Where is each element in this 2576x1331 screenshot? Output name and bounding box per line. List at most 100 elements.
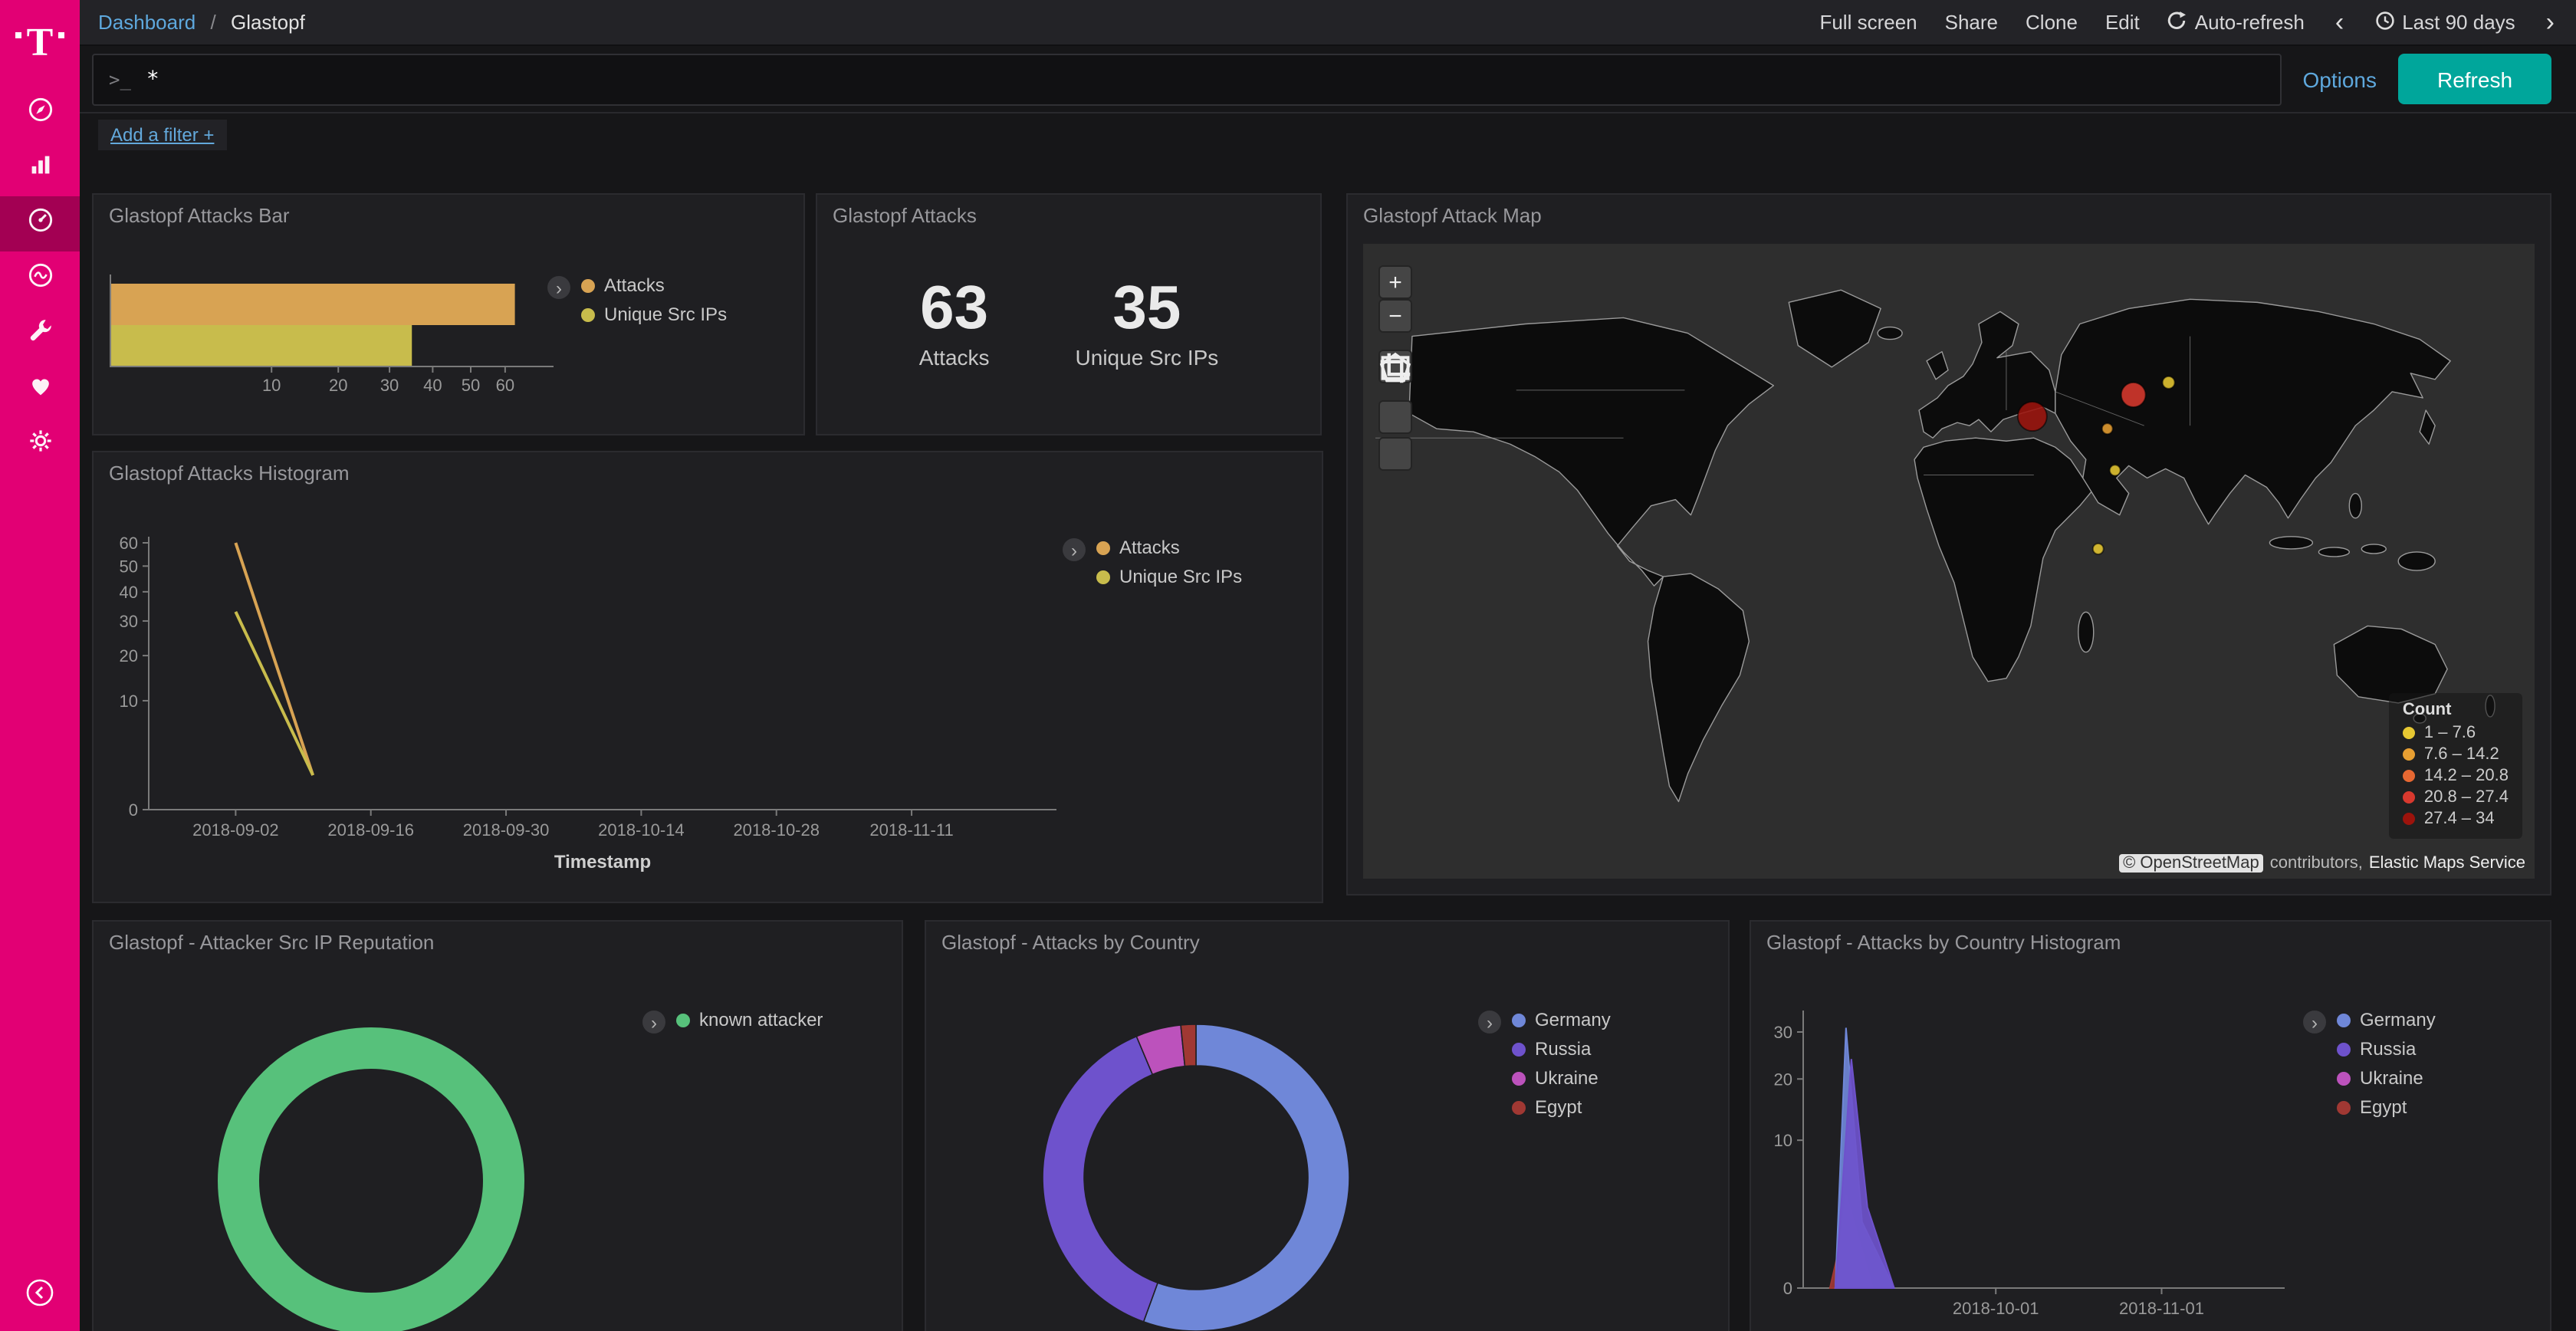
legend-toggle-icon[interactable]: › bbox=[1478, 1011, 1501, 1034]
legend-toggle-icon[interactable]: › bbox=[642, 1011, 665, 1034]
map-legend-item: 20.8 – 27.4 bbox=[2403, 788, 2509, 807]
metric-group: 63Attacks35Unique Src IPs bbox=[817, 195, 1320, 434]
legend-item[interactable]: Russia bbox=[2337, 1038, 2436, 1060]
top-nav: Dashboard / Glastopf Full screen Share C… bbox=[80, 0, 2576, 46]
legend-item[interactable]: Egypt bbox=[2337, 1096, 2436, 1118]
legend-item[interactable]: Egypt bbox=[1512, 1096, 1611, 1118]
legend-item[interactable]: Germany bbox=[2337, 1009, 2436, 1030]
sidebar-item-dev-tools[interactable] bbox=[0, 307, 80, 362]
legend-item[interactable]: Russia bbox=[1512, 1038, 1611, 1060]
full-screen-button[interactable]: Full screen bbox=[1819, 11, 1917, 34]
slice-Russia[interactable] bbox=[1043, 1037, 1158, 1322]
map-marker[interactable] bbox=[2093, 544, 2104, 554]
logo-dot bbox=[16, 32, 22, 38]
legend-color-dot bbox=[2403, 770, 2415, 782]
map-canvas[interactable]: + − Count1 – 7.67.6 – 14.214.2 – 20.820.… bbox=[1363, 244, 2535, 879]
sidebar-item-discover[interactable] bbox=[0, 86, 80, 141]
svg-text:2018-09-02: 2018-09-02 bbox=[192, 820, 279, 840]
bar-Unique Src IPs[interactable] bbox=[110, 325, 412, 366]
sidebar-item-timelion[interactable] bbox=[0, 251, 80, 307]
svg-text:40: 40 bbox=[120, 583, 138, 602]
svg-text:10: 10 bbox=[1774, 1131, 1792, 1150]
sidebar-item-visualize[interactable] bbox=[0, 141, 80, 196]
svg-text:2018-10-28: 2018-10-28 bbox=[733, 820, 820, 840]
sidebar-item-monitoring[interactable] bbox=[0, 362, 80, 417]
time-range-button[interactable]: Last 90 days bbox=[2374, 10, 2515, 35]
svg-text:2018-11-01: 2018-11-01 bbox=[2119, 1299, 2204, 1318]
legend-range-label: 1 – 7.6 bbox=[2424, 724, 2476, 742]
auto-refresh-button[interactable]: Auto-refresh bbox=[2167, 10, 2305, 35]
legend-color-dot bbox=[1096, 570, 1110, 583]
time-forward-button[interactable]: › bbox=[2543, 9, 2558, 35]
legend-color-dot bbox=[2403, 791, 2415, 804]
sidebar-collapse-button[interactable] bbox=[0, 1277, 80, 1316]
legend-item[interactable]: Ukraine bbox=[2337, 1067, 2436, 1089]
svg-text:50: 50 bbox=[120, 557, 138, 576]
gauge-icon bbox=[25, 205, 54, 242]
breadcrumb-dashboard-link[interactable]: Dashboard bbox=[98, 11, 196, 34]
legend-item[interactable]: Unique Src IPs bbox=[1096, 566, 1242, 587]
edit-button[interactable]: Edit bbox=[2105, 11, 2140, 34]
legend-item[interactable]: known attacker bbox=[676, 1009, 823, 1030]
wrench-icon bbox=[25, 316, 54, 353]
legend-label: Egypt bbox=[2360, 1096, 2407, 1118]
panel-country-histogram: Glastopf - Attacks by Country Histogram … bbox=[1750, 920, 2551, 1331]
legend-color-dot bbox=[581, 278, 595, 292]
map-marker[interactable] bbox=[2110, 465, 2121, 475]
legend-item[interactable]: Attacks bbox=[581, 274, 727, 296]
map-legend-item: 14.2 – 20.8 bbox=[2403, 767, 2509, 785]
options-link[interactable]: Options bbox=[2303, 67, 2377, 91]
legend-toggle-icon[interactable]: › bbox=[2303, 1011, 2326, 1034]
metric-label: Attacks bbox=[919, 345, 990, 370]
telekom-logo[interactable]: T bbox=[0, 0, 80, 86]
line-Unique Src IPs[interactable] bbox=[235, 612, 313, 775]
bar-Attacks[interactable] bbox=[110, 284, 515, 325]
svg-text:2018-10-14: 2018-10-14 bbox=[598, 820, 685, 840]
legend-item[interactable]: Germany bbox=[1512, 1009, 1611, 1030]
line-Attacks[interactable] bbox=[235, 543, 313, 775]
add-filter-link[interactable]: Add a filter + bbox=[98, 120, 226, 150]
panel-attacks-histogram: Glastopf Attacks Histogram 0102030405060… bbox=[92, 451, 1323, 903]
svg-text:30: 30 bbox=[120, 612, 138, 631]
legend-item[interactable]: Unique Src IPs bbox=[581, 304, 727, 325]
legend-color-dot bbox=[676, 1013, 690, 1027]
bar-chart-icon bbox=[25, 150, 54, 187]
osm-attribution-link[interactable]: © OpenStreetMap bbox=[2118, 854, 2264, 873]
country-area-chart: 01020302018-10-012018-11-01 bbox=[1751, 922, 2550, 1331]
legend-color-dot bbox=[1512, 1042, 1526, 1056]
map-marker[interactable] bbox=[2102, 423, 2113, 434]
legend-color-dot bbox=[2403, 748, 2415, 761]
map-legend: Count1 – 7.67.6 – 14.214.2 – 20.820.8 – … bbox=[2389, 693, 2522, 839]
legend-toggle-icon[interactable]: › bbox=[1063, 538, 1086, 561]
elastic-maps-attribution[interactable]: Elastic Maps Service bbox=[2369, 854, 2525, 873]
legend-color-dot bbox=[2337, 1013, 2351, 1027]
svg-text:30: 30 bbox=[380, 376, 399, 395]
time-back-button[interactable]: ‹ bbox=[2332, 9, 2347, 35]
legend-label: Egypt bbox=[1535, 1096, 1582, 1118]
sidebar-nav bbox=[0, 86, 80, 472]
refresh-button[interactable]: Refresh bbox=[2398, 54, 2551, 104]
svg-text:2018-10-01: 2018-10-01 bbox=[1953, 1299, 2039, 1318]
legend-label: Attacks bbox=[604, 274, 665, 296]
legend-item[interactable]: Ukraine bbox=[1512, 1067, 1611, 1089]
search-input[interactable]: >_ * bbox=[92, 53, 2282, 105]
map-legend-item: 27.4 – 34 bbox=[2403, 810, 2509, 828]
svg-text:30: 30 bbox=[1774, 1023, 1792, 1042]
slice-known attacker[interactable] bbox=[238, 1048, 504, 1313]
legend-color-dot bbox=[2403, 813, 2415, 825]
map-marker[interactable] bbox=[2018, 402, 2047, 431]
world-map bbox=[1363, 244, 2535, 879]
legend: › known attacker bbox=[642, 1009, 823, 1038]
map-marker[interactable] bbox=[2121, 383, 2146, 407]
legend-item[interactable]: Attacks bbox=[1096, 537, 1242, 558]
sidebar-item-management[interactable] bbox=[0, 417, 80, 472]
legend-color-dot bbox=[1512, 1013, 1526, 1027]
legend-label: Unique Src IPs bbox=[1119, 566, 1242, 587]
legend-toggle-icon[interactable]: › bbox=[547, 276, 570, 299]
map-marker[interactable] bbox=[2163, 376, 2175, 389]
draw-rectangle-button[interactable] bbox=[1378, 437, 1412, 471]
slice-Germany[interactable] bbox=[1144, 1024, 1349, 1331]
clone-button[interactable]: Clone bbox=[2026, 11, 2078, 34]
share-button[interactable]: Share bbox=[1945, 11, 1998, 34]
sidebar-item-dashboard[interactable] bbox=[0, 196, 80, 251]
